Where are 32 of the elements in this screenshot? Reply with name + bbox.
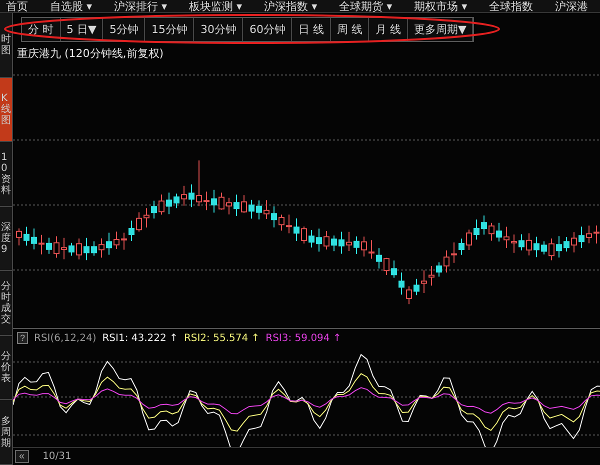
menu-item[interactable]: 沪深排行 ▾ xyxy=(114,1,168,12)
rsi-reading: RSI1: 43.222 ↑ xyxy=(102,332,178,344)
period-tab[interactable]: 15分钟 xyxy=(145,18,194,41)
period-tab[interactable]: 月 线 xyxy=(369,18,408,41)
period-tab[interactable]: 分 时 xyxy=(22,18,60,41)
sidebar-tab[interactable]: 分价表 xyxy=(0,336,12,400)
sidebar-tab[interactable]: 10资料 xyxy=(0,142,12,207)
period-tab[interactable]: 5 日▼ xyxy=(60,18,104,41)
sidebar-tab[interactable]: 深度9 xyxy=(0,206,12,272)
sidebar-tab[interactable]: 分时成交 xyxy=(0,271,12,336)
menu-item[interactable]: 板块监测 ▾ xyxy=(189,1,242,12)
sidebar-tab[interactable]: 多周期 xyxy=(0,400,12,465)
period-tab[interactable]: 30分钟 xyxy=(194,18,244,41)
menu-item[interactable]: 沪深指数 ▾ xyxy=(264,1,318,12)
menu-item[interactable]: 全球指数 xyxy=(489,1,534,12)
rsi-reading: RSI2: 55.574 ↑ xyxy=(184,332,260,344)
menu-item[interactable]: 期权市场 ▾ xyxy=(414,1,468,12)
period-tab[interactable]: 周 线 xyxy=(330,18,370,41)
indicator-name: RSI(6,12,24) xyxy=(34,332,96,344)
menu-item[interactable]: 全球期货 ▾ xyxy=(339,1,392,12)
scroll-left-button[interactable]: « xyxy=(15,450,29,463)
chart-title: 重庆港九 (120分钟线,前复权) xyxy=(16,46,165,60)
period-tab[interactable]: 更多周期▼ xyxy=(408,18,474,41)
help-button[interactable]: ? xyxy=(17,332,28,344)
rsi-reading: RSI3: 59.094 ↑ xyxy=(266,332,342,344)
menu-item[interactable]: 沪深港 xyxy=(555,1,588,12)
menu-item[interactable]: 自选股 ▾ xyxy=(50,1,92,12)
period-tab[interactable]: 日 线 xyxy=(292,18,331,41)
date-label: 10/31 xyxy=(42,451,72,462)
period-tab[interactable]: 60分钟 xyxy=(243,18,292,41)
menu-item[interactable]: 首页 xyxy=(6,1,28,12)
period-tab[interactable]: 5分钟 xyxy=(103,18,146,41)
